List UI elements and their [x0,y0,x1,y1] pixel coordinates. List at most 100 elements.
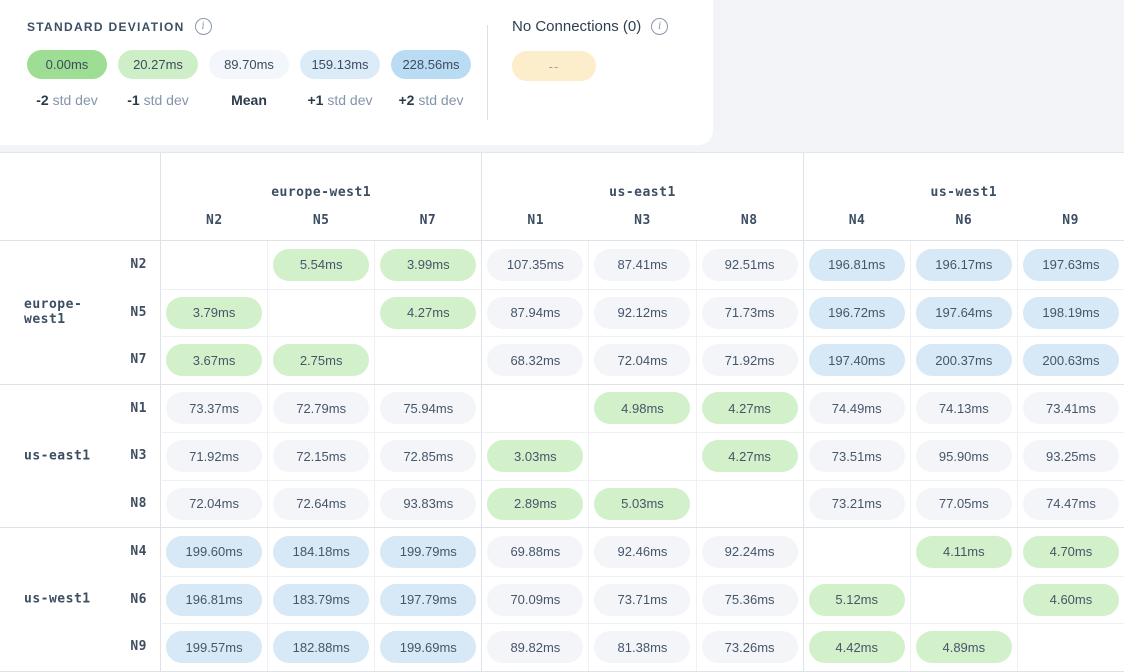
std-dev-info-icon[interactable]: i [195,18,212,35]
latency-cell: 87.94ms [481,289,588,337]
latency-pill: 200.37ms [916,344,1012,376]
latency-cell: 199.57ms [160,623,267,671]
latency-pill: 5.12ms [809,584,905,616]
latency-pill: 89.82ms [487,631,583,663]
legend-stop-pill: 228.56ms [391,50,471,79]
latency-cell: 196.81ms [803,241,910,289]
std-dev-title: STANDARD DEVIATION [27,20,185,34]
latency-pill: 74.49ms [809,392,905,424]
latency-cell [267,289,374,337]
latency-cell: 73.41ms [1017,385,1124,433]
col-group-us-west1: us-west1N4N6N9 [803,153,1124,240]
matrix-corner-cell [0,153,160,240]
latency-pill: 4.70ms [1023,536,1119,568]
no-connections-pill: -- [512,51,596,81]
latency-pill: 72.64ms [273,488,369,520]
latency-pill: 73.37ms [166,392,262,424]
latency-pill: 200.63ms [1023,344,1119,376]
latency-cell: 4.60ms [1017,576,1124,624]
row-node-label: N2 [0,241,160,289]
latency-pill: 95.90ms [916,440,1012,472]
latency-pill: 92.51ms [702,249,798,281]
legend-stop-suffix: std dev [140,92,189,108]
latency-cell: 72.04ms [160,480,267,528]
latency-pill: 4.42ms [809,631,905,663]
matrix-body: europe-west1N25.54ms3.99ms107.35ms87.41m… [0,241,1124,671]
latency-cell: 197.40ms [803,336,910,384]
latency-cell: 77.05ms [910,480,1017,528]
latency-cell: 72.04ms [588,336,695,384]
latency-pill: 73.41ms [1023,392,1119,424]
latency-cell: 71.92ms [696,336,803,384]
latency-pill: 92.12ms [594,297,690,329]
latency-cell: 4.70ms [1017,528,1124,576]
latency-pill: 182.88ms [273,631,369,663]
matrix-header: europe-west1N2N5N7us-east1N1N3N8us-west1… [0,153,1124,241]
no-connections-title: No Connections (0) [512,18,641,35]
latency-pill: 196.72ms [809,297,905,329]
latency-cell: 95.90ms [910,432,1017,480]
latency-cell: 199.79ms [374,528,481,576]
latency-cell: 3.03ms [481,432,588,480]
latency-cell: 3.99ms [374,241,481,289]
latency-cell: 68.32ms [481,336,588,384]
table-row: N25.54ms3.99ms107.35ms87.41ms92.51ms196.… [0,241,1124,289]
latency-pill: 72.04ms [594,344,690,376]
row-group-us-east1: us-east1N173.37ms72.79ms75.94ms4.98ms4.2… [0,384,1124,528]
latency-pill: 81.38ms [594,631,690,663]
latency-cell [910,576,1017,624]
latency-cell: 73.26ms [696,623,803,671]
latency-cell: 74.49ms [803,385,910,433]
latency-cell: 5.12ms [803,576,910,624]
latency-pill: 70.09ms [487,584,583,616]
col-group-nodes: N2N5N7 [161,213,481,240]
latency-pill: 75.94ms [380,392,476,424]
legend-stop-label: +2 std dev [399,92,464,108]
legend-stop-label: Mean [231,92,267,108]
col-node-header: N7 [375,213,482,228]
latency-cell [160,241,267,289]
col-group-region-label: europe-west1 [161,185,481,200]
latency-cell [803,528,910,576]
latency-pill: 4.60ms [1023,584,1119,616]
col-node-header: N6 [910,213,1017,228]
col-group-europe-west1: europe-west1 N2N5N7 [160,153,481,240]
latency-pill: 107.35ms [487,249,583,281]
latency-cell: 93.83ms [374,480,481,528]
legend-stop-suffix: std dev [49,92,98,108]
latency-pill: 2.89ms [487,488,583,520]
latency-cell: 5.03ms [588,480,695,528]
latency-cell: 5.54ms [267,241,374,289]
latency-cell: 107.35ms [481,241,588,289]
row-node-label: N4 [0,528,160,576]
latency-pill: 73.51ms [809,440,905,472]
latency-pill: 196.17ms [916,249,1012,281]
latency-cell: 200.63ms [1017,336,1124,384]
latency-cell: 72.64ms [267,480,374,528]
latency-cell: 74.47ms [1017,480,1124,528]
latency-pill: 73.26ms [702,631,798,663]
table-row: N9199.57ms182.88ms199.69ms89.82ms81.38ms… [0,623,1124,671]
no-connections-info-icon[interactable]: i [651,18,668,35]
latency-pill: 93.83ms [380,488,476,520]
legend-stop-label: -1 std dev [127,92,188,108]
latency-cell: 182.88ms [267,623,374,671]
legend-stop-suffix: std dev [414,92,463,108]
latency-pill: 72.15ms [273,440,369,472]
latency-pill: 3.99ms [380,249,476,281]
col-node-header: N5 [268,213,375,228]
latency-pill: 92.24ms [702,536,798,568]
legend-stop-pill: 0.00ms [27,50,107,79]
legend-stop-prefix: -2 [36,92,48,108]
latency-cell: 92.24ms [696,528,803,576]
latency-cell [696,480,803,528]
table-row: N4199.60ms184.18ms199.79ms69.88ms92.46ms… [0,528,1124,576]
latency-pill: 92.46ms [594,536,690,568]
latency-matrix-table: europe-west1N2N5N7us-east1N1N3N8us-west1… [0,152,1124,672]
latency-cell: 199.69ms [374,623,481,671]
legend-stop-prefix: +2 [399,92,415,108]
latency-cell: 93.25ms [1017,432,1124,480]
latency-pill: 77.05ms [916,488,1012,520]
legend-stop-prefix: +1 [308,92,324,108]
latency-pill: 74.47ms [1023,488,1119,520]
